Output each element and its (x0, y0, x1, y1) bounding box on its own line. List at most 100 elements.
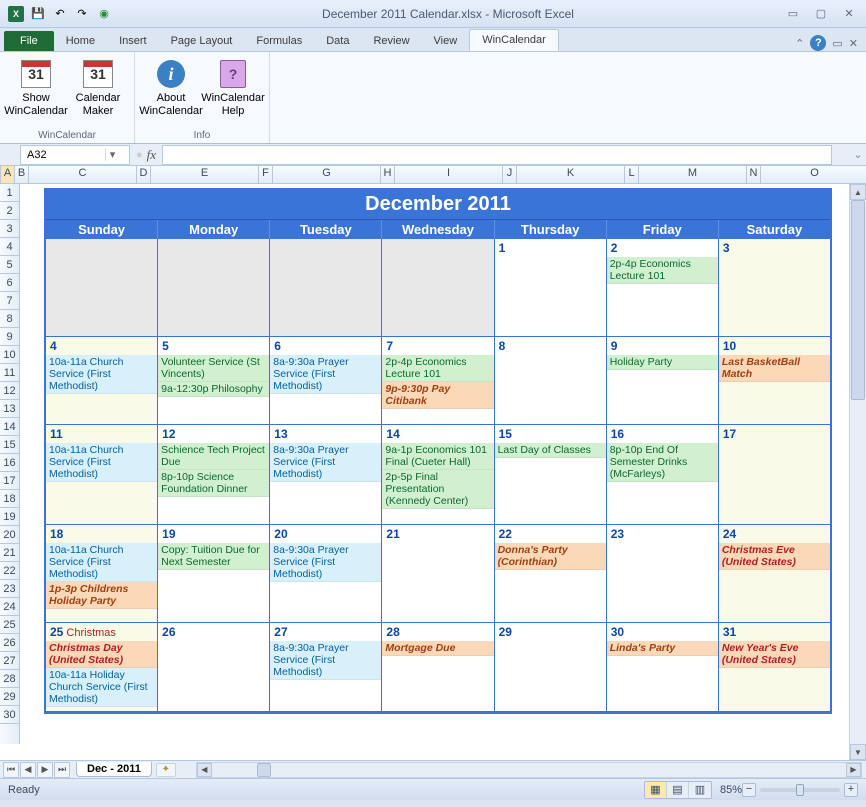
calendar-event[interactable]: 2p-4p Economics Lecture 101 (382, 355, 493, 382)
scroll-thumb[interactable] (851, 200, 865, 400)
row-header[interactable]: 25 (0, 616, 19, 634)
insert-function-icon[interactable]: fx (147, 147, 156, 163)
row-header[interactable]: 4 (0, 238, 19, 256)
help-icon[interactable]: ? (810, 35, 826, 51)
calendar-day[interactable]: 25 ChristmasChristmas Day (United States… (46, 623, 158, 712)
calendar-event[interactable]: 9a-12:30p Philosophy (158, 382, 269, 397)
calendar-event[interactable]: 9p-9:30p Pay Citibank (382, 382, 493, 409)
calendar-event[interactable]: 10a-11a Church Service (First Methodist) (46, 355, 157, 394)
minimize-ribbon-icon[interactable]: ⌃ (795, 37, 804, 50)
excel-app-icon[interactable]: X (6, 4, 26, 24)
scroll-down-icon[interactable]: ▼ (850, 744, 866, 760)
sheet-nav-prev-icon[interactable]: ◀ (20, 762, 36, 778)
zoom-in-button[interactable]: + (844, 783, 858, 797)
row-header[interactable]: 12 (0, 382, 19, 400)
calendar-event[interactable]: 8p-10p Science Foundation Dinner (158, 470, 269, 497)
calendar-event[interactable]: Christmas Day (United States) (46, 641, 157, 668)
zoom-out-button[interactable]: − (742, 783, 756, 797)
calendar-day[interactable]: 30Linda's Party (607, 623, 719, 712)
row-header[interactable]: 16 (0, 454, 19, 472)
calendar-event[interactable]: Last BasketBall Match (719, 355, 830, 382)
calendar-event[interactable]: Donna's Party (Corinthian) (495, 543, 606, 570)
hscroll-thumb[interactable] (257, 763, 271, 777)
sheet-nav-next-icon[interactable]: ▶ (37, 762, 53, 778)
calendar-event[interactable]: 8a-9:30a Prayer Service (First Methodist… (270, 543, 381, 582)
calendar-event[interactable]: 2p-5p Final Presentation (Kennedy Center… (382, 470, 493, 509)
row-header[interactable]: 20 (0, 526, 19, 544)
column-header[interactable]: I (395, 166, 503, 183)
row-header[interactable]: 14 (0, 418, 19, 436)
tab-formulas[interactable]: Formulas (244, 31, 314, 51)
calendar-day[interactable]: 278a-9:30a Prayer Service (First Methodi… (270, 623, 382, 712)
scroll-up-icon[interactable]: ▲ (850, 184, 866, 200)
sheet-nav-last-icon[interactable]: ⏭ (54, 762, 70, 778)
calendar-day[interactable]: 28Mortgage Due (382, 623, 494, 712)
calendar-day[interactable]: 19Copy: Tuition Due for Next Semester (158, 525, 270, 623)
zoom-percent[interactable]: 85% (720, 784, 742, 796)
row-header[interactable]: 9 (0, 328, 19, 346)
view-page-layout-icon[interactable]: ▤ (667, 782, 689, 798)
cells-canvas[interactable]: December 2011 SundayMondayTuesdayWednesd… (20, 184, 866, 744)
calendar-day[interactable]: 23 (607, 525, 719, 623)
horizontal-scrollbar[interactable]: ◀ ▶ (196, 762, 862, 778)
undo-icon[interactable]: ↶ (50, 4, 70, 24)
column-header[interactable]: E (151, 166, 259, 183)
close-button[interactable]: ✕ (838, 5, 860, 23)
column-header[interactable]: F (259, 166, 273, 183)
calendar-day[interactable]: 29 (495, 623, 607, 712)
calendar-day[interactable]: 31New Year's Eve (United States) (719, 623, 830, 712)
calendar-event[interactable]: Last Day of Classes (495, 443, 606, 458)
zoom-track[interactable] (760, 788, 840, 792)
calendar-day[interactable] (382, 239, 494, 337)
scroll-right-icon[interactable]: ▶ (846, 763, 861, 777)
calendar-day[interactable]: 15Last Day of Classes (495, 425, 607, 525)
row-header[interactable]: 30 (0, 706, 19, 724)
formula-input[interactable] (162, 145, 832, 165)
name-box-dropdown-icon[interactable]: ▾ (105, 148, 119, 161)
calendar-day[interactable]: 8 (495, 337, 607, 425)
calendar-day[interactable]: 68a-9:30a Prayer Service (First Methodis… (270, 337, 382, 425)
row-header[interactable]: 1 (0, 184, 19, 202)
calendar-day[interactable]: 410a-11a Church Service (First Methodist… (46, 337, 158, 425)
view-page-break-icon[interactable]: ▥ (689, 782, 711, 798)
column-header[interactable]: K (517, 166, 625, 183)
row-header[interactable]: 26 (0, 634, 19, 652)
maximize-button[interactable]: ▢ (810, 5, 832, 23)
name-box[interactable]: ▾ (20, 145, 130, 165)
column-header[interactable]: L (625, 166, 639, 183)
calendar-event[interactable]: New Year's Eve (United States) (719, 641, 830, 668)
tab-insert[interactable]: Insert (107, 31, 159, 51)
column-header[interactable]: G (273, 166, 381, 183)
column-header[interactable]: J (503, 166, 517, 183)
new-sheet-icon[interactable]: ✦ (156, 763, 176, 777)
row-header[interactable]: 23 (0, 580, 19, 598)
calendar-event[interactable]: 8a-9:30a Prayer Service (First Methodist… (270, 641, 381, 680)
calendar-event[interactable]: Linda's Party (607, 641, 718, 656)
qat-customize-icon[interactable]: ◉ (94, 4, 114, 24)
calendar-day[interactable]: 22Donna's Party (Corinthian) (495, 525, 607, 623)
calendar-day[interactable]: 21 (382, 525, 494, 623)
calendar-event[interactable]: 2p-4p Economics Lecture 101 (607, 257, 718, 284)
column-header[interactable]: A (1, 166, 15, 183)
redo-icon[interactable]: ↷ (72, 4, 92, 24)
calendar-maker-button[interactable]: 31 Calendar Maker (70, 56, 126, 119)
calendar-day[interactable]: 1 (495, 239, 607, 337)
row-header[interactable]: 22 (0, 562, 19, 580)
row-header[interactable]: 15 (0, 436, 19, 454)
calendar-day[interactable]: 17 (719, 425, 830, 525)
column-header[interactable]: M (639, 166, 747, 183)
scroll-left-icon[interactable]: ◀ (197, 763, 212, 777)
calendar-day[interactable]: 168p-10p End Of Semester Drinks (McFarle… (607, 425, 719, 525)
tab-data[interactable]: Data (314, 31, 361, 51)
column-header[interactable]: D (137, 166, 151, 183)
row-header[interactable]: 7 (0, 292, 19, 310)
row-header[interactable]: 17 (0, 472, 19, 490)
sheet-nav-first-icon[interactable]: ⏮ (3, 762, 19, 778)
calendar-event[interactable]: Schience Tech Project Due (158, 443, 269, 470)
calendar-event[interactable]: Volunteer Service (St Vincents) (158, 355, 269, 382)
calendar-day[interactable]: 22p-4p Economics Lecture 101 (607, 239, 719, 337)
column-header[interactable]: H (381, 166, 395, 183)
calendar-event[interactable]: 9a-1p Economics 101 Final (Cueter Hall) (382, 443, 493, 470)
calendar-day[interactable]: 138a-9:30a Prayer Service (First Methodi… (270, 425, 382, 525)
calendar-event[interactable]: Copy: Tuition Due for Next Semester (158, 543, 269, 570)
